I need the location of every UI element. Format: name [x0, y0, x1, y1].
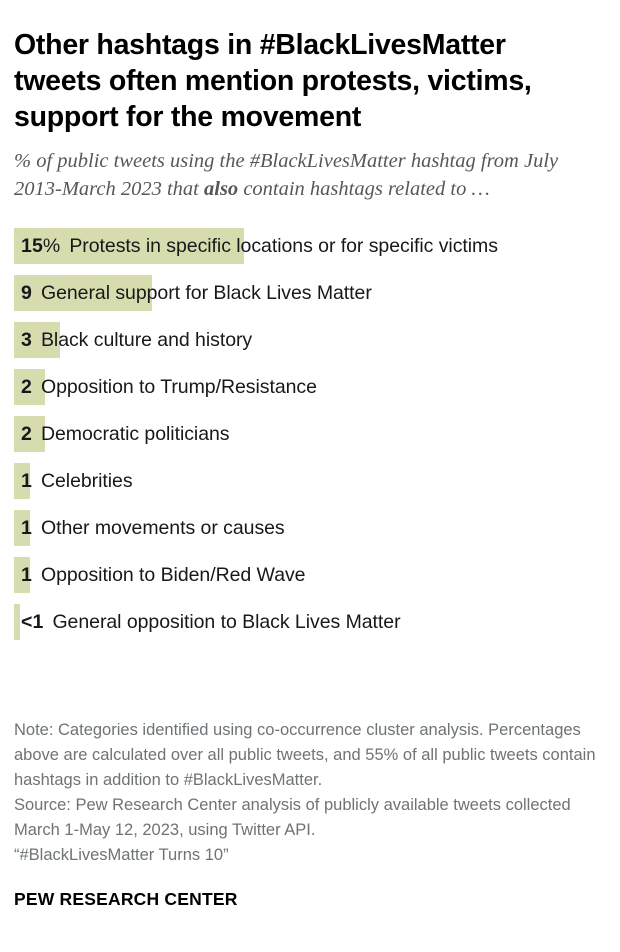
bar-value: 2	[21, 375, 32, 398]
bar-row: 2 Democratic politicians	[14, 416, 606, 453]
chart-subtitle: % of public tweets using the #BlackLives…	[14, 135, 606, 203]
bar-row: 1 Other movements or causes	[14, 510, 606, 547]
bar-text-group: <1 General opposition to Black Lives Matt…	[14, 604, 401, 640]
bar-value: 1	[21, 516, 32, 539]
bar-row: 15% Protests in specific locations or for…	[14, 228, 606, 265]
bar-text-group: 1 Other movements or causes	[14, 510, 285, 546]
bar-value: <1	[21, 610, 44, 633]
bar-label: General opposition to Black Lives Matter	[52, 610, 401, 633]
pew-research-center-footer: PEW RESEARCH CENTER	[14, 889, 238, 909]
bar-value: 2	[21, 422, 32, 445]
bar-row: 1 Celebrities	[14, 463, 606, 500]
bar-value: 15%	[21, 234, 61, 257]
bar-text-group: 1 Opposition to Biden/Red Wave	[14, 557, 306, 593]
bar-value-suffix: %	[42, 234, 61, 257]
page-title: Other hashtags in #BlackLivesMatter twee…	[14, 29, 532, 134]
bar-row: 3 Black culture and history	[14, 322, 606, 359]
subtitle-emphasis: also	[204, 177, 239, 200]
bar-label: Celebrities	[40, 469, 133, 492]
note-text: Note: Categories identified using co-occ…	[14, 721, 601, 790]
bar-label: Protests in specific locations or for sp…	[69, 234, 498, 257]
bar-value: 3	[21, 328, 32, 351]
bar-text-group: 9 General support for Black Lives Matter	[14, 275, 372, 311]
bar-text-group: 3 Black culture and history	[14, 322, 252, 358]
bar-row: 2 Opposition to Trump/Resistance	[14, 369, 606, 406]
bar-label: Other movements or causes	[40, 516, 285, 539]
bar-text-group: 2 Democratic politicians	[14, 416, 230, 452]
bar-chart: 15% Protests in specific locations or for…	[14, 228, 606, 652]
bar-value: 9	[21, 281, 32, 304]
bar-label: Opposition to Trump/Resistance	[40, 375, 317, 398]
bar-value: 1	[21, 563, 32, 586]
subtitle-part-2: contain hashtags related to …	[238, 177, 490, 200]
bar-row: 9 General support for Black Lives Matter	[14, 275, 606, 312]
bar-text-group: 15% Protests in specific locations or for…	[14, 228, 498, 264]
bar-text-group: 1 Celebrities	[14, 463, 133, 499]
bar-label: Black culture and history	[40, 328, 253, 351]
pew-chart-card: Other hashtags in #BlackLivesMatter twee…	[0, 0, 620, 952]
bar-label: General support for Black Lives Matter	[40, 281, 372, 304]
bar-row: 1 Opposition to Biden/Red Wave	[14, 557, 606, 594]
source-text: Source: Pew Research Center analysis of …	[14, 796, 576, 840]
bar-text-group: 2 Opposition to Trump/Resistance	[14, 369, 317, 405]
bar-value: 1	[21, 469, 32, 492]
bar-label: Democratic politicians	[40, 422, 230, 445]
chart-notes: Note: Categories identified using co-occ…	[14, 718, 608, 868]
report-title-text: “#BlackLivesMatter Turns 10”	[14, 846, 229, 865]
bar-row: <1 General opposition to Black Lives Matt…	[14, 604, 606, 641]
bar-label: Opposition to Biden/Red Wave	[40, 563, 306, 586]
